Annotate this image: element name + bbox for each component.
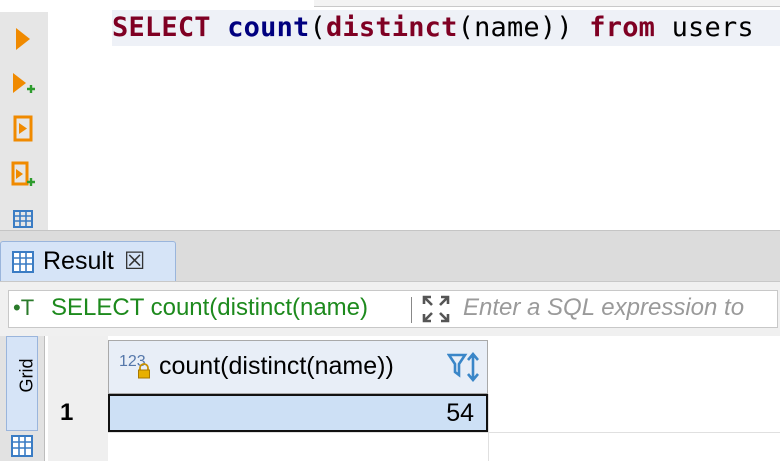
active-query-text: SELECT count(distinct(name): [51, 294, 369, 321]
editor-top-scrollbar: [314, 0, 780, 7]
lock-icon: [137, 363, 151, 384]
row-divider: [108, 432, 780, 433]
grid-icon: [11, 250, 35, 274]
column-divider: [488, 394, 489, 461]
expand-icon[interactable]: [421, 294, 451, 324]
column-header[interactable]: 123 count(distinct(name)): [108, 340, 488, 394]
execute-in-new-tab-icon[interactable]: [6, 68, 40, 102]
column-name: count(distinct(name)): [159, 352, 394, 380]
execute-statement-icon[interactable]: [6, 22, 40, 56]
execute-script-new-tab-icon[interactable]: [6, 158, 40, 192]
sql-keyword-select: SELECT: [112, 12, 211, 43]
filter-bar: •T SELECT count(distinct(name) Enter a S…: [0, 281, 780, 337]
results-grid[interactable]: Grid 123 count(distinct(name)) 1 54: [0, 336, 780, 461]
vertical-view-tabs: Grid: [0, 336, 45, 461]
editor-toolbar: [0, 12, 48, 230]
sql-function-distinct: distinct: [325, 12, 458, 43]
filter-separator: [411, 297, 412, 323]
sql-argument: (name)): [457, 12, 573, 43]
grid-icon: [10, 434, 34, 463]
tab-result-label: Result: [43, 247, 114, 275]
table-cell-selected[interactable]: 54: [108, 394, 488, 432]
close-icon[interactable]: ☒: [124, 247, 146, 276]
sql-keyword-from: from: [589, 12, 656, 43]
sql-type-icon: •T: [13, 295, 35, 320]
filter-sort-icon[interactable]: [446, 351, 481, 383]
sql-statement-line[interactable]: SELECT count(distinct(name)) from users: [112, 10, 780, 46]
sql-editor[interactable]: SELECT count(distinct(name)) from users: [0, 0, 780, 230]
results-tab-strip: Result ☒: [0, 230, 780, 281]
tab-grid-label: Grid: [16, 358, 37, 393]
tab-result[interactable]: Result ☒: [0, 241, 176, 281]
sql-function-count: count: [227, 12, 310, 43]
execute-script-icon[interactable]: [6, 112, 40, 146]
filter-input[interactable]: •T SELECT count(distinct(name) Enter a S…: [8, 290, 778, 328]
filter-placeholder: Enter a SQL expression to: [463, 294, 745, 321]
sql-table-name: users: [671, 12, 754, 43]
tab-grid-view[interactable]: Grid: [6, 336, 38, 431]
row-number[interactable]: 1: [48, 394, 108, 432]
sql-paren: (: [309, 12, 326, 43]
